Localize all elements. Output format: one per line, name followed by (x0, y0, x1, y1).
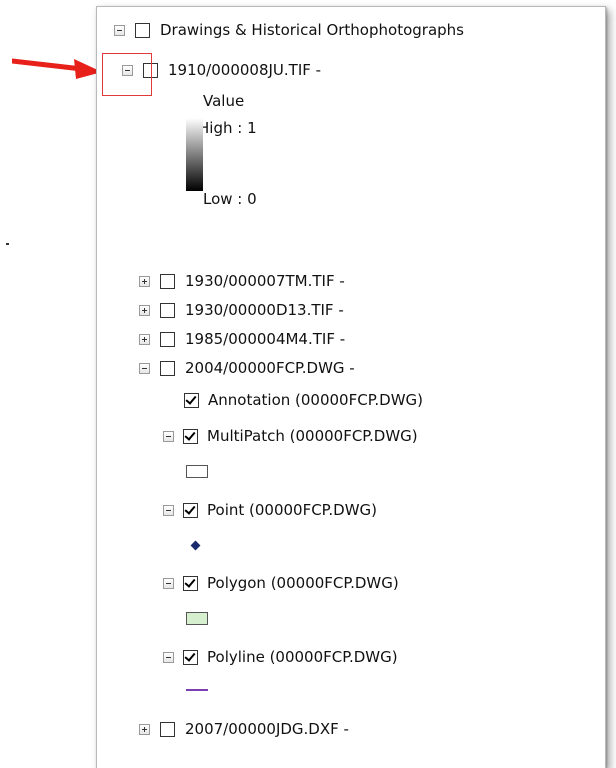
layer-label: 1930/00000D13.TIF - (185, 301, 344, 319)
polyline-symbol (186, 689, 208, 691)
legend-high: High : 1 (198, 119, 257, 137)
minus-box-icon[interactable] (163, 504, 174, 516)
polygon-symbol (186, 612, 208, 625)
legend-gradient (186, 118, 203, 191)
tree-row-layer[interactable]: 1930/000007TM.TIF - (139, 268, 345, 294)
polyline-checkbox[interactable] (183, 649, 198, 665)
tree-row-sublayer-polygon[interactable]: Polygon (00000FCP.DWG) (163, 570, 399, 596)
sublayer-label: Annotation (00000FCP.DWG) (208, 391, 424, 409)
minus-box-icon[interactable] (163, 651, 174, 663)
multipatch-symbol (186, 465, 208, 478)
minus-box-icon[interactable] (114, 24, 125, 36)
sublayer-label: Polygon (00000FCP.DWG) (207, 574, 399, 592)
sublayer-label: Polyline (00000FCP.DWG) (207, 648, 398, 666)
dwg-2004-label: 2004/00000FCP.DWG - (185, 359, 355, 377)
annotation-checkbox[interactable] (184, 392, 199, 408)
sublayer-label: MultiPatch (00000FCP.DWG) (207, 427, 418, 445)
red-arrow-icon (12, 58, 102, 79)
legend-title: Value (203, 92, 245, 110)
minus-box-icon[interactable] (163, 577, 174, 589)
sublayer-label: Point (00000FCP.DWG) (207, 501, 378, 519)
plus-box-icon[interactable] (139, 333, 150, 345)
layer-checkbox[interactable] (160, 302, 175, 318)
multipatch-checkbox[interactable] (183, 428, 198, 444)
plus-box-icon[interactable] (139, 304, 150, 316)
highlight-box (102, 53, 152, 96)
stray-dot (6, 243, 9, 245)
tree-row-sublayer-annotation[interactable]: Annotation (00000FCP.DWG) (184, 387, 423, 413)
tree-row-sublayer-point[interactable]: Point (00000FCP.DWG) (163, 497, 377, 523)
dwg-2004-checkbox[interactable] (160, 360, 175, 376)
plus-box-icon[interactable] (139, 723, 150, 735)
tree-row-dwg-2004[interactable]: 2004/00000FCP.DWG - (139, 355, 355, 381)
tree-row-layer[interactable]: 1930/00000D13.TIF - (139, 297, 344, 323)
layer-label: 1985/000004M4.TIF - (185, 330, 346, 348)
layer-label: 1930/000007TM.TIF - (185, 272, 345, 290)
dxf-2007-label: 2007/00000JDG.DXF - (185, 720, 349, 738)
layer-checkbox[interactable] (160, 273, 175, 289)
layer-checkbox[interactable] (160, 331, 175, 347)
polygon-checkbox[interactable] (183, 575, 198, 591)
tree-row-dxf-2007[interactable]: 2007/00000JDG.DXF - (139, 716, 349, 742)
raster-1910-label: 1910/000008JU.TIF - (168, 61, 322, 79)
group-checkbox[interactable] (135, 22, 150, 38)
tree-row-sublayer-polyline[interactable]: Polyline (00000FCP.DWG) (163, 644, 398, 670)
plus-box-icon[interactable] (139, 275, 150, 287)
minus-box-icon[interactable] (163, 430, 174, 442)
legend-low: Low : 0 (203, 190, 257, 208)
minus-box-icon[interactable] (139, 362, 150, 374)
tree-row-group[interactable]: Drawings & Historical Orthophotographs (114, 17, 464, 43)
tree-row-layer[interactable]: 1985/000004M4.TIF - (139, 326, 345, 352)
point-checkbox[interactable] (183, 502, 198, 518)
tree-row-sublayer-multipatch[interactable]: MultiPatch (00000FCP.DWG) (163, 423, 418, 449)
dxf-2007-checkbox[interactable] (160, 721, 175, 737)
group-label: Drawings & Historical Orthophotographs (160, 21, 464, 39)
